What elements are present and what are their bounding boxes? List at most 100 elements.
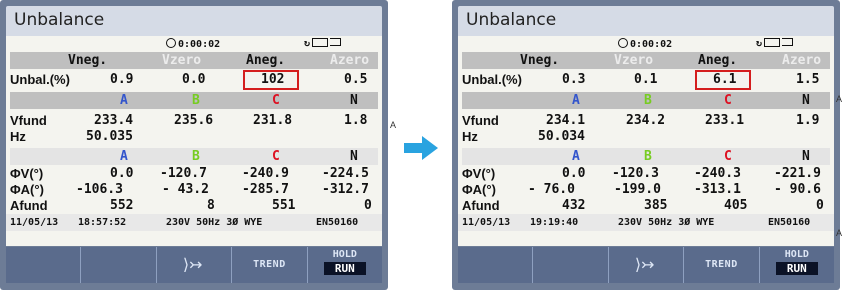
voltage-phase-angle-label: ΦV(°): [10, 166, 44, 181]
phiv-b-value: -120.3: [612, 166, 659, 181]
phase-a-label: A: [572, 149, 580, 164]
afund-row: Afund 432 385 405 0: [462, 197, 830, 214]
phase-b-label: B: [644, 149, 652, 164]
phase-a-label: A: [120, 93, 128, 108]
vfund-n-value: 1.9: [796, 113, 820, 128]
battery-icon: [764, 38, 781, 47]
afund-row: Afund 552 8 551 0: [10, 197, 378, 214]
phase-b-label: B: [192, 149, 200, 164]
battery-icon: [312, 38, 329, 47]
phiv-b-value: -120.7: [160, 166, 207, 181]
header-aneg: Aneg.: [246, 53, 286, 68]
header-vzero: Vzero: [614, 53, 654, 68]
header-vzero: Vzero: [162, 53, 202, 68]
hold-label: HOLD: [332, 249, 357, 260]
elapsed-clock: 0:00:02: [618, 38, 672, 50]
unbalance-header-row: Vneg. Vzero Aneg. Azero: [10, 52, 378, 69]
frequency-label: Hz: [462, 129, 478, 144]
vfund-label: Vfund: [462, 113, 499, 128]
frequency-value: 50.035: [86, 129, 133, 144]
header-aneg: Aneg.: [698, 53, 738, 68]
phia-a-value: -106.3: [76, 182, 123, 197]
cropped-edge-mark: A: [836, 228, 843, 238]
afund-label: Afund: [10, 198, 48, 213]
trend-label: TREND: [705, 259, 738, 270]
phase-header-row: A B C N: [10, 92, 378, 109]
phase-header-row-2: A B C N: [10, 148, 378, 165]
softkey-trend[interactable]: TREND: [232, 247, 308, 283]
vfund-row: Vfund 234.1 234.2 233.1 1.9: [462, 112, 830, 129]
config-text: 230V 50Hz 3Ø WYE: [618, 217, 715, 228]
status-bar: 0:00:02 ↻: [6, 38, 382, 50]
screen-title: Unbalance: [14, 10, 105, 30]
phia-b-value: -199.0: [614, 182, 661, 197]
phase-c-label: C: [272, 149, 280, 164]
phia-n-value: - 90.6: [774, 182, 821, 197]
phase-c-label: C: [272, 93, 280, 108]
status-icons: ↻: [756, 38, 794, 49]
voltage-phase-angle-row: ΦV(°) 0.0 -120.3 -240.3 -221.9: [462, 165, 830, 182]
phase-a-label: A: [572, 93, 580, 108]
header-vneg: Vneg.: [520, 53, 560, 68]
phia-n-value: -312.7: [322, 182, 369, 197]
afund-b-value: 385: [644, 198, 668, 213]
frequency-value: 50.034: [538, 129, 585, 144]
softkey-phasor[interactable]: ⟩↣: [157, 247, 233, 283]
trend-label: TREND: [253, 259, 286, 270]
phia-a-value: - 76.0: [528, 182, 575, 197]
softkey-f2[interactable]: [533, 247, 609, 283]
vfund-c-value: 233.1: [705, 113, 745, 128]
header-azero: Azero: [782, 53, 822, 68]
meter-screen-before: Unbalance 0:00:02 ↻ Vneg. Vzero Aneg. Az…: [0, 0, 388, 290]
phia-c-value: -285.7: [242, 182, 289, 197]
phase-a-label: A: [120, 149, 128, 164]
unbal-vzero-value: 0.0: [182, 72, 206, 87]
softkey-f2[interactable]: [81, 247, 157, 283]
status-icons: ↻: [304, 38, 342, 49]
mains-plug-icon: [330, 38, 342, 46]
measurement-area: 0:00:02 ↻ Vneg. Vzero Aneg. Azero Unbal.…: [458, 36, 834, 246]
softkey-f1[interactable]: [6, 247, 82, 283]
afund-b-value: 8: [207, 198, 215, 213]
softkey-hold-run[interactable]: HOLD RUN: [308, 247, 382, 283]
unbal-vzero-value: 0.1: [634, 72, 658, 87]
unbalance-row: Unbal.(%) 0.9 0.0 102 0.5: [10, 71, 378, 88]
clock-icon: [166, 38, 176, 48]
phiv-n-value: -221.9: [774, 166, 821, 181]
cropped-edge-mark: A: [836, 94, 843, 104]
title-bar: Unbalance: [458, 6, 834, 36]
header-vneg: Vneg.: [68, 53, 108, 68]
vfund-a-value: 234.1: [546, 113, 586, 128]
cropped-edge-mark: A: [390, 120, 397, 130]
unbal-vneg-value: 0.9: [110, 72, 134, 87]
phiv-c-value: -240.9: [242, 166, 289, 181]
phase-header-row: A B C N: [462, 92, 830, 109]
standard-text: EN50160: [768, 217, 811, 228]
unbal-vneg-value: 0.3: [562, 72, 586, 87]
phasor-icon: ⟩↣: [182, 255, 203, 274]
info-footer: 11/05/13 18:57:52 230V 50Hz 3Ø WYE EN501…: [6, 214, 382, 231]
softkey-hold-run[interactable]: HOLD RUN: [760, 247, 834, 283]
time-text: 18:57:52: [78, 217, 127, 228]
transition-arrow-icon: [404, 136, 438, 160]
softkey-trend[interactable]: TREND: [684, 247, 760, 283]
time-text: 19:19:40: [530, 217, 579, 228]
unbalance-header-row: Vneg. Vzero Aneg. Azero: [462, 52, 830, 69]
afund-label: Afund: [462, 198, 500, 213]
run-label: RUN: [775, 262, 819, 275]
softkey-phasor[interactable]: ⟩↣: [609, 247, 685, 283]
phia-c-value: -313.1: [694, 182, 741, 197]
phiv-a-value: 0.0: [110, 166, 134, 181]
afund-a-value: 552: [110, 198, 134, 213]
current-phase-angle-row: ΦA(°) -106.3 - 43.2 -285.7 -312.7: [10, 181, 378, 198]
mains-plug-icon: [782, 38, 794, 46]
phiv-c-value: -240.3: [694, 166, 741, 181]
current-phase-angle-label: ΦA(°): [462, 182, 496, 197]
softkey-f1[interactable]: [458, 247, 534, 283]
softkey-bar: ⟩↣ TREND HOLD RUN: [6, 247, 382, 283]
phia-b-value: - 43.2: [162, 182, 209, 197]
phase-header-row-2: A B C N: [462, 148, 830, 165]
phase-n-label: N: [350, 149, 358, 164]
highlight-box: [695, 70, 751, 90]
voltage-phase-angle-row: ΦV(°) 0.0 -120.7 -240.9 -224.5: [10, 165, 378, 182]
